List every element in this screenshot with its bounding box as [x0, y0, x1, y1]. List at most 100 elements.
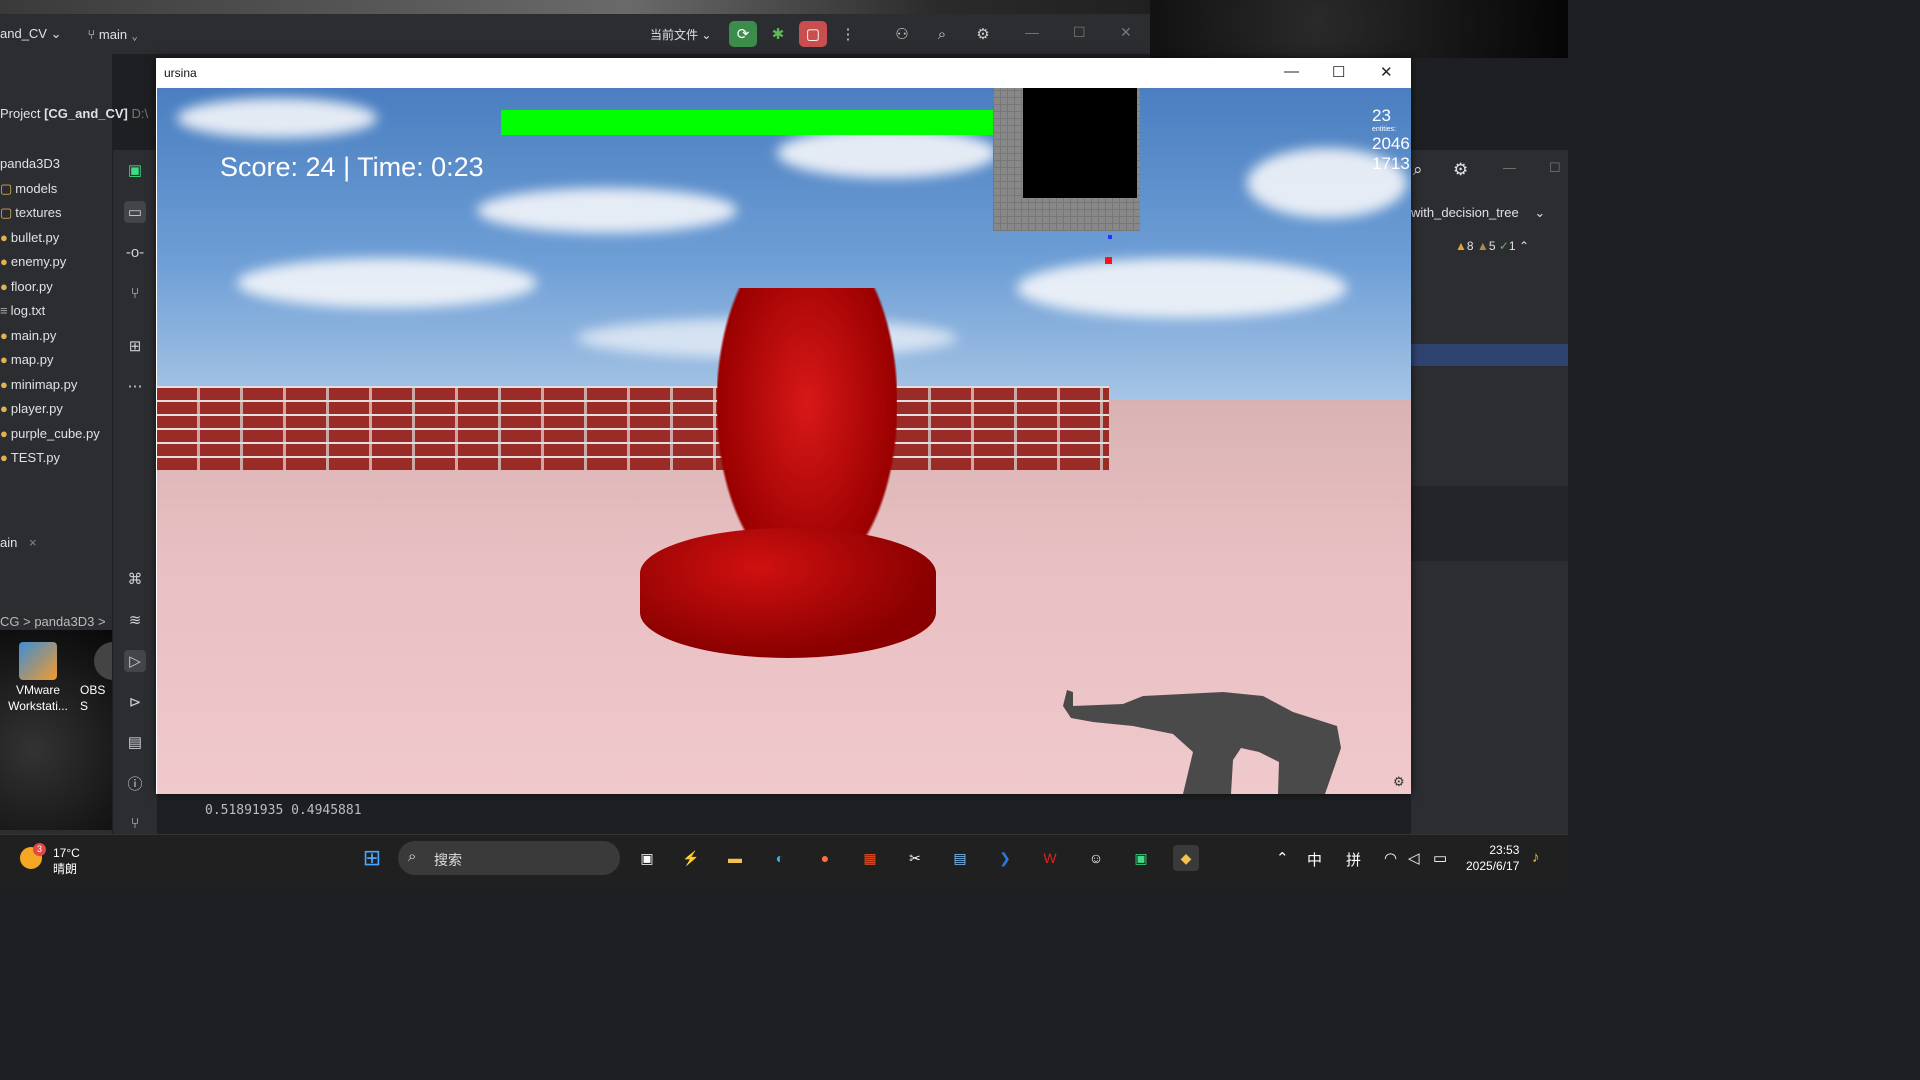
ide-minimize-button[interactable]: — [1025, 24, 1039, 40]
layers-icon[interactable]: ≋ [124, 609, 146, 631]
pull-request-icon[interactable]: ⑂ [124, 282, 146, 304]
close-button[interactable]: ✕ [1380, 63, 1393, 81]
commit-icon[interactable]: -o- [124, 241, 146, 263]
tree-item[interactable]: ● map.py [0, 348, 100, 373]
window-titlebar[interactable]: ursina — ☐ ✕ [156, 58, 1411, 88]
wifi-icon[interactable]: ◠ [1384, 849, 1397, 867]
tree-item[interactable]: ● TEST.py [0, 446, 100, 471]
battery-icon[interactable]: ▭ [1433, 849, 1447, 867]
debug-button[interactable]: ✱ [764, 21, 792, 47]
python-console-icon[interactable]: ⌘ [124, 568, 146, 590]
run-config-selector[interactable]: 当前文件 ⌄ [650, 26, 711, 43]
search-icon[interactable]: ⌕ [1413, 160, 1423, 180]
python-file-icon: ● [0, 254, 8, 269]
tree-item[interactable]: ● player.py [0, 397, 100, 422]
close-icon[interactable]: × [29, 535, 37, 550]
tree-item-label: minimap.py [10, 376, 78, 392]
inspection-widget[interactable]: ▲8 ▲5 ✓1 ⌃ [1455, 239, 1529, 253]
tree-item[interactable]: ● enemy.py [0, 250, 100, 275]
tree-item[interactable]: ▢ models [0, 177, 100, 202]
ide-maximize-button[interactable]: ☐ [1073, 24, 1086, 41]
thunder-app-icon[interactable]: ⚡ [678, 845, 704, 871]
taskbar-search[interactable]: ⌕ 搜索 [398, 841, 620, 875]
tree-item[interactable]: ▢ textures [0, 201, 100, 226]
project-panel-title: Project [0, 106, 41, 121]
git-icon[interactable]: ⑂ [124, 812, 146, 834]
breadcrumb-item[interactable]: CG [0, 614, 20, 629]
project-selector[interactable]: and_CV ⌄ [0, 26, 62, 42]
edge-browser-icon[interactable]: ◐ [767, 845, 793, 871]
folder-icon: ▢ [0, 180, 13, 196]
more-actions-button[interactable]: ⋮ [834, 21, 862, 47]
gear-icon[interactable]: ⚙ [1393, 774, 1405, 790]
ide-close-button[interactable]: ✕ [1120, 24, 1132, 41]
volume-icon[interactable]: ◁ [1408, 849, 1420, 867]
maximize-button[interactable]: ☐ [1332, 63, 1345, 81]
score-time-label: Score: 24 | Time: 0:23 [220, 152, 484, 182]
branch-selector[interactable]: ⑂ main ⌄ [88, 27, 139, 42]
tree-item-label: map.py [10, 352, 54, 367]
settings-button[interactable]: ⚙ [969, 21, 997, 47]
problems-icon[interactable]: ⓘ [124, 772, 146, 794]
check-icon: ✓ [1498, 239, 1509, 253]
tree-item-label: log.txt [10, 303, 46, 318]
chevron-up-icon[interactable]: ⌃ [1276, 849, 1289, 867]
maximize-icon[interactable]: ☐ [1549, 160, 1561, 176]
game-viewport[interactable]: Score: 24 | Time: 0:23 23 entities: 2046… [157, 88, 1411, 794]
minimize-button[interactable]: — [1284, 63, 1299, 80]
collider-count: 1713 [1372, 154, 1410, 173]
qq-icon[interactable]: ☺ [1083, 845, 1109, 871]
tree-item[interactable]: ● floor.py [0, 275, 100, 300]
open-file-tab[interactable]: with_decision_tree ⌄ [1411, 205, 1545, 221]
run-tab[interactable]: ain × [0, 535, 37, 550]
windows-start-icon[interactable]: ⊞ [359, 845, 385, 871]
cloud [777, 128, 997, 178]
more-horizontal-icon[interactable]: ⋯ [124, 375, 146, 397]
structure-icon[interactable]: ⊞ [124, 335, 146, 357]
highlighted-line [1411, 344, 1568, 366]
tree-item[interactable]: panda3D3 [0, 152, 100, 177]
tree-item[interactable]: ● main.py [0, 324, 100, 349]
tree-item[interactable]: ● minimap.py [0, 373, 100, 398]
ursina-window: ursina — ☐ ✕ Score: 24 | Time: 0:23 23 e… [156, 58, 1411, 794]
minimap [993, 88, 1140, 231]
warning-count: 8 [1466, 239, 1474, 253]
python-file-icon: ● [0, 376, 8, 392]
pycharm-icon[interactable]: ▣ [124, 159, 146, 181]
snipping-tool-icon[interactable]: ✂ [902, 845, 928, 871]
python-app-icon[interactable]: ◆ [1173, 845, 1199, 871]
terminal-icon[interactable]: ▤ [124, 731, 146, 753]
wps-office-icon[interactable]: W [1037, 845, 1063, 871]
clock-date: 2025/6/17 [1466, 859, 1520, 873]
task-view-icon[interactable]: ▣ [634, 845, 660, 871]
tree-item-label: purple_cube.py [10, 425, 100, 441]
folder-icon[interactable]: ▭ [124, 201, 146, 223]
microsoft-store-icon[interactable]: ▦ [857, 845, 883, 871]
services-icon[interactable]: ⊳ [124, 691, 146, 713]
pycharm-taskbar-icon[interactable]: ▣ [1128, 845, 1154, 871]
tree-item[interactable]: ● purple_cube.py [0, 422, 100, 447]
minimize-icon[interactable]: — [1503, 160, 1516, 175]
firefox-icon[interactable]: ● [812, 845, 838, 871]
stop-button[interactable]: ▢ [799, 21, 827, 47]
breadcrumb-item[interactable]: panda3D3 [34, 614, 94, 629]
code-with-me-button[interactable]: ⚇ [888, 21, 916, 47]
desktop-icon-vmware[interactable]: VMware Workstati... [4, 642, 72, 714]
clock[interactable]: 23:53 2025/6/17 [1466, 842, 1519, 874]
remote-desktop-icon[interactable]: ▤ [947, 845, 973, 871]
tree-item[interactable]: ≡ log.txt [0, 299, 100, 324]
tree-item[interactable]: ● bullet.py [0, 226, 100, 251]
rerun-button[interactable]: ⟳ [729, 21, 757, 47]
stat-label: entities: [1372, 126, 1397, 133]
search-everywhere-button[interactable]: ⌕ [928, 21, 956, 47]
run-icon[interactable]: ▷ [124, 650, 146, 672]
desktop-icon-obs[interactable]: OBS S [80, 642, 112, 714]
notification-bell-icon[interactable]: ♪ [1532, 849, 1540, 866]
python-file-icon: ● [0, 278, 8, 294]
ime-language[interactable]: 中 [1307, 849, 1322, 870]
cloud [237, 258, 537, 308]
gear-icon[interactable]: ⚙ [1453, 160, 1468, 180]
ime-mode[interactable]: 拼 [1346, 849, 1361, 870]
file-explorer-icon[interactable]: ▬ [722, 845, 748, 871]
powershell-icon[interactable]: ❯ [992, 845, 1018, 871]
